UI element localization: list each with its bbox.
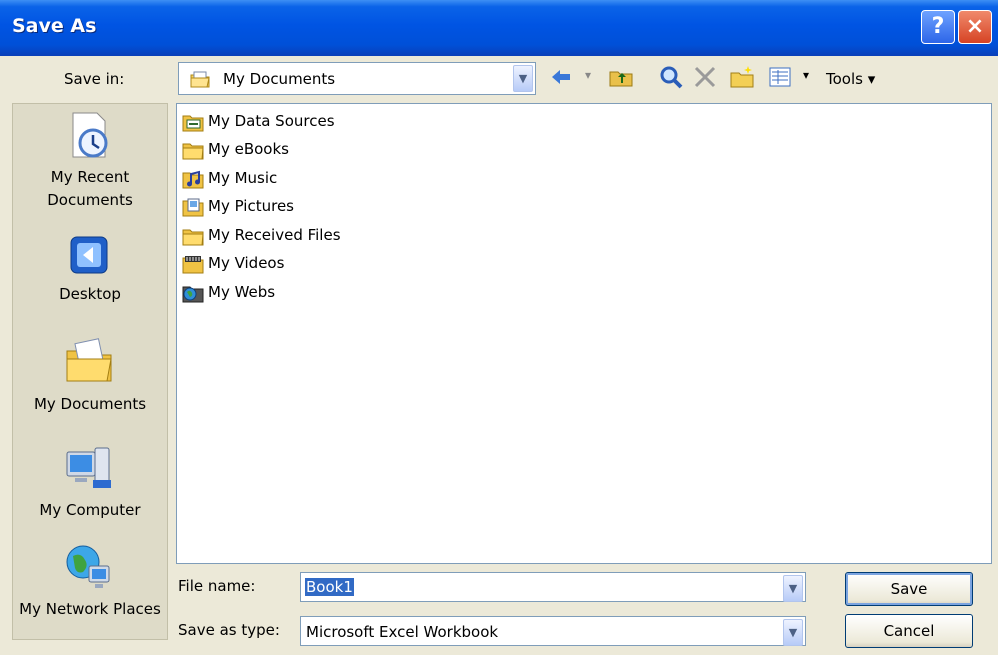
folder-icon xyxy=(182,143,204,160)
help-icon: ? xyxy=(931,14,945,39)
save-button[interactable]: Save xyxy=(845,572,973,606)
views-dropdown-icon[interactable]: ▾ xyxy=(803,68,809,82)
chevron-down-icon: ▼ xyxy=(788,582,798,595)
back-icon[interactable] xyxy=(548,64,574,90)
save-as-type-dropdown-button[interactable]: ▼ xyxy=(783,619,803,646)
tools-menu[interactable]: Tools ▾ xyxy=(826,70,875,88)
save-as-type-dropdown[interactable]: Microsoft Excel Workbook ▼ xyxy=(300,616,806,646)
data-sources-icon xyxy=(182,115,204,132)
file-name: My Data Sources xyxy=(208,112,335,130)
file-name: My Webs xyxy=(208,283,276,301)
views-icon[interactable] xyxy=(767,64,793,90)
network-places-icon xyxy=(66,545,110,588)
pictures-folder-icon xyxy=(182,198,204,217)
folder-icon xyxy=(182,229,204,246)
place-label: My Documents xyxy=(33,395,147,413)
dialog-title: Save As xyxy=(12,15,97,37)
places-bar: My Recent Documents Desktop My Documents xyxy=(12,103,168,640)
title-bar[interactable]: Save As ? × xyxy=(0,0,998,56)
chevron-down-icon: ▼ xyxy=(518,72,528,85)
save-in-value: My Documents xyxy=(223,70,336,88)
webs-folder-icon xyxy=(182,286,204,303)
tools-label: Tools xyxy=(826,70,863,88)
save-as-type-value: Microsoft Excel Workbook xyxy=(306,623,499,641)
file-name: My Videos xyxy=(208,254,285,272)
file-name-label: File name: xyxy=(178,577,256,595)
file-name: My Music xyxy=(208,169,278,187)
help-button[interactable]: ? xyxy=(921,10,955,44)
place-label: My Network Places xyxy=(19,600,161,618)
recent-documents-icon xyxy=(72,112,108,158)
videos-folder-icon xyxy=(182,256,204,274)
place-label: Desktop xyxy=(59,285,121,303)
place-label: My Recent Documents xyxy=(47,168,133,209)
save-as-type-label: Save as type: xyxy=(178,621,280,639)
chevron-down-icon: ▼ xyxy=(788,626,798,639)
save-in-dropdown[interactable]: My Documents ▼ xyxy=(178,62,536,95)
search-web-icon[interactable] xyxy=(658,64,684,90)
save-in-dropdown-button[interactable]: ▼ xyxy=(513,65,533,92)
save-in-label: Save in: xyxy=(64,70,125,88)
my-documents-icon xyxy=(66,338,112,382)
music-folder-icon xyxy=(182,170,204,189)
close-button[interactable]: × xyxy=(958,10,992,44)
delete-icon[interactable] xyxy=(692,64,718,90)
save-as-dialog: Save As ? × Save in: My Documents ▼ ▾ ▾ … xyxy=(0,0,998,655)
file-name-value: Book1 xyxy=(305,578,354,596)
up-folder-icon[interactable] xyxy=(608,64,634,90)
file-name-input[interactable]: Book1 ▼ xyxy=(300,572,806,602)
my-documents-small-icon xyxy=(190,71,210,88)
cancel-button[interactable]: Cancel xyxy=(845,614,973,648)
desktop-icon xyxy=(70,236,108,274)
new-folder-icon[interactable] xyxy=(729,64,755,90)
file-name-dropdown-button[interactable]: ▼ xyxy=(783,575,803,602)
file-list[interactable]: My Data Sources My eBooks My Music My Pi… xyxy=(176,103,992,564)
my-computer-icon xyxy=(66,447,111,488)
file-name: My eBooks xyxy=(208,140,289,158)
file-name: My Pictures xyxy=(208,197,294,215)
place-label: My Computer xyxy=(39,501,141,519)
close-icon: × xyxy=(965,14,985,39)
file-name: My Received Files xyxy=(208,226,341,244)
back-dropdown-icon[interactable]: ▾ xyxy=(585,68,591,82)
